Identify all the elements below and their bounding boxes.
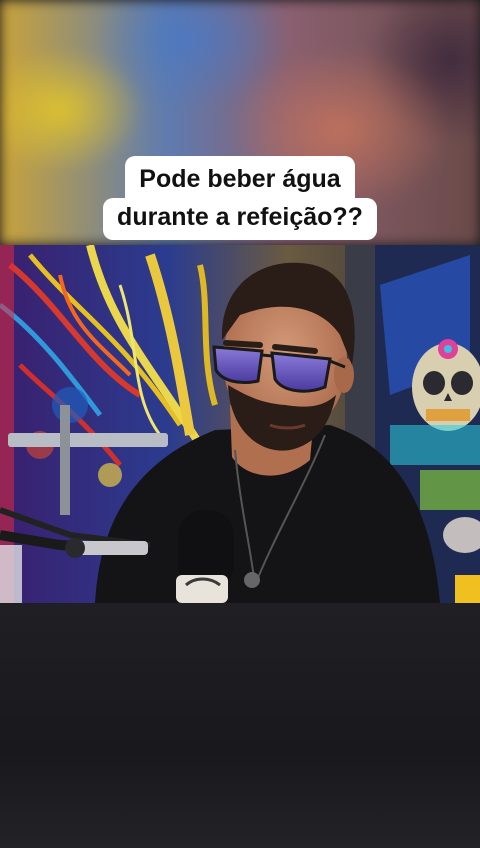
video-frame[interactable] bbox=[0, 245, 480, 603]
podcast-scene bbox=[0, 245, 480, 603]
pendant bbox=[244, 572, 260, 588]
metal-bracket bbox=[60, 405, 70, 515]
metal-shelf bbox=[8, 433, 168, 447]
caption-line-1: Pode beber água bbox=[125, 156, 355, 200]
caption-overlay: Pode beber água durante a refeição?? bbox=[0, 156, 480, 240]
blurred-bottom-background bbox=[0, 603, 480, 848]
caption-line-2: durante a refeição?? bbox=[103, 198, 377, 240]
